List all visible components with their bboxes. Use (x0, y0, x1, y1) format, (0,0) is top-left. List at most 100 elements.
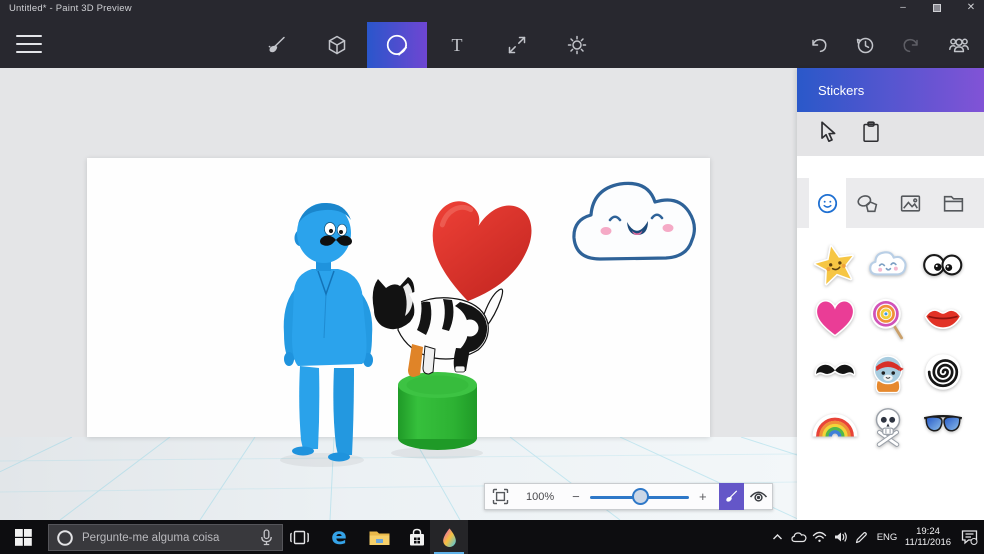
windows-logo-icon (14, 528, 32, 546)
cortana-icon (57, 529, 73, 546)
main-area: 100% − + Stickers (0, 68, 984, 520)
minimize-button[interactable]: – (896, 1, 910, 14)
sticker-spiral[interactable] (916, 345, 970, 399)
action-center-icon (961, 530, 977, 545)
green-cylinder-model[interactable] (398, 372, 477, 450)
paint-3d-icon (442, 527, 456, 547)
tool-brush[interactable] (247, 22, 307, 68)
remix-3d-button[interactable] (935, 22, 982, 68)
draw-mode-toggle[interactable] (718, 483, 745, 510)
tool-canvas[interactable] (487, 22, 547, 68)
sticker-mustache[interactable] (808, 345, 862, 399)
text-icon: T (452, 35, 463, 55)
file-explorer-icon (369, 531, 389, 545)
sticker-googly-eyes[interactable] (916, 238, 970, 292)
sticker-lips[interactable] (916, 291, 970, 345)
expand-icon (508, 36, 526, 54)
main-toolbar: T (0, 22, 984, 68)
sun-icon (567, 35, 587, 55)
eye-icon (749, 491, 767, 502)
smiley-sticker-icon (818, 193, 838, 213)
cloud-sticker-model[interactable] (572, 181, 696, 261)
history-clock-icon (856, 37, 873, 54)
slider-thumb[interactable] (631, 488, 649, 505)
close-button[interactable]: ✕ (964, 1, 978, 14)
sticker-sunglasses[interactable] (916, 398, 970, 452)
sticker-skull[interactable] (861, 398, 915, 452)
zoom-slider[interactable] (588, 484, 691, 509)
volume-tray-icon[interactable] (830, 531, 851, 543)
language-indicator[interactable]: ENG (872, 532, 902, 543)
zoom-in-button[interactable]: + (691, 489, 715, 504)
pen-icon (855, 531, 867, 543)
menu-button[interactable] (16, 34, 42, 54)
paint-3d-button[interactable] (430, 520, 468, 554)
paint-3d-window: Untitled* - Paint 3D Preview – ✕ T 100% … (0, 0, 984, 554)
maximize-icon (933, 3, 941, 12)
workspace: 100% − + (0, 68, 797, 520)
action-center-button[interactable] (954, 529, 984, 545)
sticker-grid (797, 228, 984, 520)
onedrive-tray-icon[interactable] (788, 531, 809, 543)
sticker-cloud[interactable] (861, 238, 915, 292)
sticker-icon (386, 34, 408, 56)
network-tray-icon[interactable] (809, 531, 830, 543)
sticker-rainbow[interactable] (808, 398, 862, 452)
cube-icon (328, 35, 346, 55)
taskbar: Pergunte-me alguma coisa e ENG 19:24 11/… (0, 520, 984, 554)
red-heart-model[interactable] (424, 195, 535, 308)
maximize-button[interactable] (930, 1, 944, 14)
search-placeholder: Pergunte-me alguma coisa (82, 531, 220, 544)
sticker-heart[interactable] (808, 291, 862, 345)
tab-sticker-faces[interactable] (809, 178, 846, 228)
microphone-icon[interactable] (260, 529, 273, 546)
panel-tools (797, 112, 984, 156)
sticker-tabs (797, 178, 984, 228)
fit-to-view-button[interactable] (485, 488, 516, 505)
sticker-lollipop[interactable] (861, 291, 915, 345)
picture-icon (900, 194, 921, 212)
task-view-icon (289, 530, 309, 544)
view-mode-toggle[interactable] (744, 490, 772, 504)
undo-button[interactable] (794, 22, 841, 68)
tab-pictures[interactable] (889, 178, 932, 228)
system-tray: ENG 19:24 11/11/2016 (767, 520, 984, 554)
people-icon (948, 38, 969, 53)
sticker-star[interactable] (808, 238, 862, 292)
select-tool-button[interactable] (819, 120, 838, 148)
history-button[interactable] (841, 22, 888, 68)
sticker-pirate-cat[interactable] (861, 345, 915, 399)
cortana-search-box[interactable]: Pergunte-me alguma coisa (48, 524, 283, 551)
zoom-level: 100% (526, 490, 555, 503)
speaker-icon (834, 532, 847, 542)
redo-button[interactable] (888, 22, 935, 68)
zoom-out-button[interactable]: − (564, 489, 588, 504)
edge-button[interactable]: e (320, 520, 358, 554)
tab-custom-stickers[interactable] (932, 178, 975, 228)
redo-icon (903, 38, 918, 53)
stickers-panel: Stickers (797, 68, 984, 520)
tool-3d-objects[interactable] (307, 22, 367, 68)
tray-time: 19:24 (916, 526, 940, 537)
file-explorer-button[interactable] (360, 520, 398, 554)
shapes-icon (857, 194, 878, 212)
panel-title: Stickers (818, 82, 865, 98)
tool-tabs: T (247, 22, 607, 68)
clock[interactable]: 19:24 11/11/2016 (902, 526, 954, 548)
tool-stickers[interactable] (367, 22, 427, 68)
tab-shapes[interactable] (846, 178, 889, 228)
blue-man-model[interactable] (283, 203, 373, 462)
edge-icon: e (331, 524, 347, 550)
tool-text[interactable]: T (427, 22, 487, 68)
show-hidden-icons-button[interactable] (767, 533, 788, 541)
start-button[interactable] (0, 520, 46, 554)
task-view-button[interactable] (280, 520, 318, 554)
tray-date: 11/11/2016 (904, 537, 952, 548)
scene-3d (0, 181, 797, 520)
tool-effects[interactable] (547, 22, 607, 68)
undo-icon (811, 38, 826, 53)
window-title: Untitled* - Paint 3D Preview (9, 3, 132, 14)
windows-ink-tray-icon[interactable] (851, 531, 872, 544)
paste-button[interactable] (862, 120, 880, 148)
chevron-up-icon (773, 534, 782, 540)
